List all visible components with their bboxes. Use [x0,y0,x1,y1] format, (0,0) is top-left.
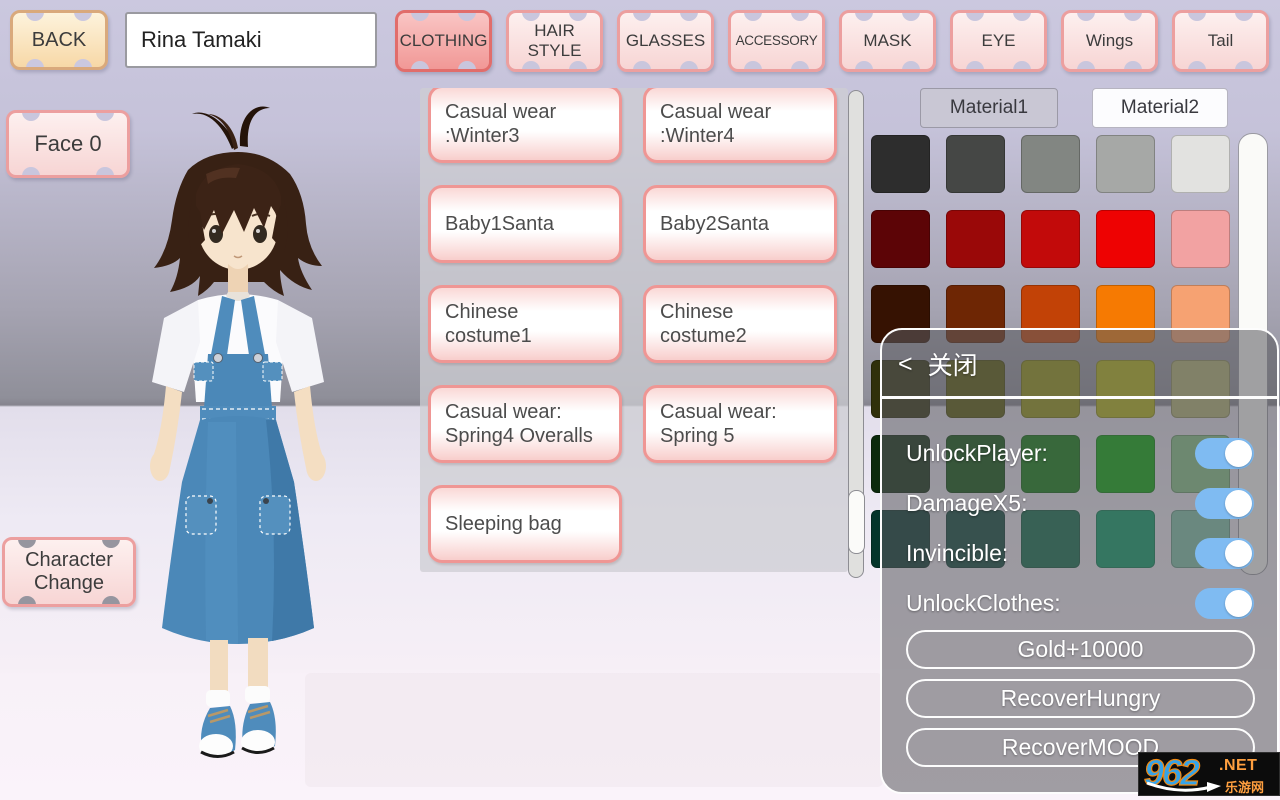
clothing-item-label: Casual wear: Spring4 Overalls [445,400,593,447]
clothing-item-label: Chinese costume1 [445,300,532,347]
category-tabs: CLOTHING HAIR STYLE GLASSES ACCESSORY MASK EY… [395,10,1269,72]
tab-label: CLOTHING [399,31,488,51]
back-chevron-icon: < [898,349,913,378]
gold-10000-button[interactable]: Gold+10000 [906,630,1255,669]
toggle-knob [1225,540,1252,567]
toggle-row-unlockclothes: UnlockClothes: [906,588,1254,619]
character-name-input[interactable] [125,12,377,68]
clothing-item-chinese-costume1[interactable]: Chinese costume1 [428,285,622,363]
color-swatch[interactable] [871,210,930,268]
toggle-label: Invincible: [906,540,1009,566]
clothing-item-casual-wear-spring-5[interactable]: Casual wear: Spring 5 [643,385,837,463]
toggle-label: UnlockClothes: [906,590,1061,616]
color-swatch[interactable] [871,135,930,193]
clothing-item-label: Baby1Santa [445,212,554,235]
color-swatch[interactable] [946,210,1005,268]
tab-eye[interactable]: EYE [950,10,1047,72]
color-swatch[interactable] [946,135,1005,193]
tab-label: Tail [1207,31,1234,51]
close-label: 关闭 [927,352,978,380]
color-swatch[interactable] [1171,210,1230,268]
clothing-item-sleeping-bag[interactable]: Sleeping bag [428,485,622,563]
clothing-item-baby2santa[interactable]: Baby2Santa [643,185,837,263]
color-swatch[interactable] [1096,210,1155,268]
watermark-cn-name: 乐游网 [1225,780,1265,795]
watermark-swoosh-icon [1146,781,1221,792]
clothing-item-casual-wear-winter4[interactable]: Casual wear :Winter4 [643,88,837,163]
toggle-switch-unlockclothes[interactable] [1195,588,1254,619]
tab-mask[interactable]: MASK [839,10,936,72]
clothing-item-label: Casual wear: Spring 5 [660,400,777,447]
character-preview[interactable] [88,100,388,765]
recoverhungry-button[interactable]: RecoverHungry [906,679,1255,718]
tab-glasses[interactable]: GLASSES [617,10,714,72]
watermark-suffix: .NET [1219,757,1258,774]
panel-divider [882,396,1277,399]
face-button[interactable]: Face 0 [6,110,130,178]
tab-label: Wings [1085,31,1134,51]
tab-accessory[interactable]: ACCESSORY [728,10,825,72]
face-button-label: Face 0 [34,131,102,156]
clothing-list-scrollbar[interactable] [848,90,865,578]
tab-label: HAIR STYLE [527,21,582,60]
tab-tail[interactable]: Tail [1172,10,1269,72]
tab-label: EYE [981,31,1016,51]
clothing-item-label: Casual wear :Winter4 [660,100,772,147]
back-button[interactable]: BACK [10,10,108,70]
tab-clothing[interactable]: CLOTHING [395,10,492,72]
color-swatch[interactable] [1096,135,1155,193]
clothing-list-scrollbar-thumb[interactable] [848,490,865,554]
tab-label: ACCESSORY [735,33,818,49]
toggle-switch-damagex5[interactable] [1195,488,1254,519]
toggle-row-invincible: Invincible: [906,538,1254,569]
material1-tab[interactable]: Material1 [920,88,1058,128]
toggle-label: DamageX5: [906,490,1028,516]
tab-label: GLASSES [625,31,706,51]
color-swatch[interactable] [1171,135,1230,193]
toggle-label: UnlockPlayer: [906,440,1048,466]
clothing-list: Casual wear :Winter3 Casual wear :Winter4… [420,88,848,572]
character-change-label: Character Change [25,549,113,594]
toggle-knob [1225,590,1252,617]
toggle-row-damagex5: DamageX5: [906,488,1254,519]
toggle-switch-invincible[interactable] [1195,538,1254,569]
tab-label: MASK [863,31,912,51]
close-panel-button[interactable]: < 关闭 [898,346,978,382]
tab-hair-style[interactable]: HAIR STYLE [506,10,603,72]
back-button-label: BACK [31,28,87,51]
clothing-item-casual-wear-winter3[interactable]: Casual wear :Winter3 [428,88,622,163]
clothing-item-label: Chinese costume2 [660,300,747,347]
watermark-logo: 962 .NET 乐游网 [1138,752,1280,796]
mod-menu-panel: < 关闭 UnlockPlayer: DamageX5: Invincible: Un… [880,328,1279,794]
color-swatch[interactable] [1021,135,1080,193]
clothing-item-label: Casual wear :Winter3 [445,100,557,147]
toggle-switch-unlockplayer[interactable] [1195,438,1254,469]
clothing-item-label: Sleeping bag [445,512,562,535]
floor-highlight [305,673,883,787]
material2-tab[interactable]: Material2 [1092,88,1228,128]
color-swatch[interactable] [1021,210,1080,268]
toggle-row-unlockplayer: UnlockPlayer: [906,438,1254,469]
clothing-item-baby1santa[interactable]: Baby1Santa [428,185,622,263]
character-change-button[interactable]: Character Change [2,537,136,607]
tab-wings[interactable]: Wings [1061,10,1158,72]
toggle-knob [1225,440,1252,467]
toggle-knob [1225,490,1252,517]
clothing-item-casual-wear-spring4-overalls[interactable]: Casual wear: Spring4 Overalls [428,385,622,463]
clothing-item-label: Baby2Santa [660,212,769,235]
clothing-item-chinese-costume2[interactable]: Chinese costume2 [643,285,837,363]
